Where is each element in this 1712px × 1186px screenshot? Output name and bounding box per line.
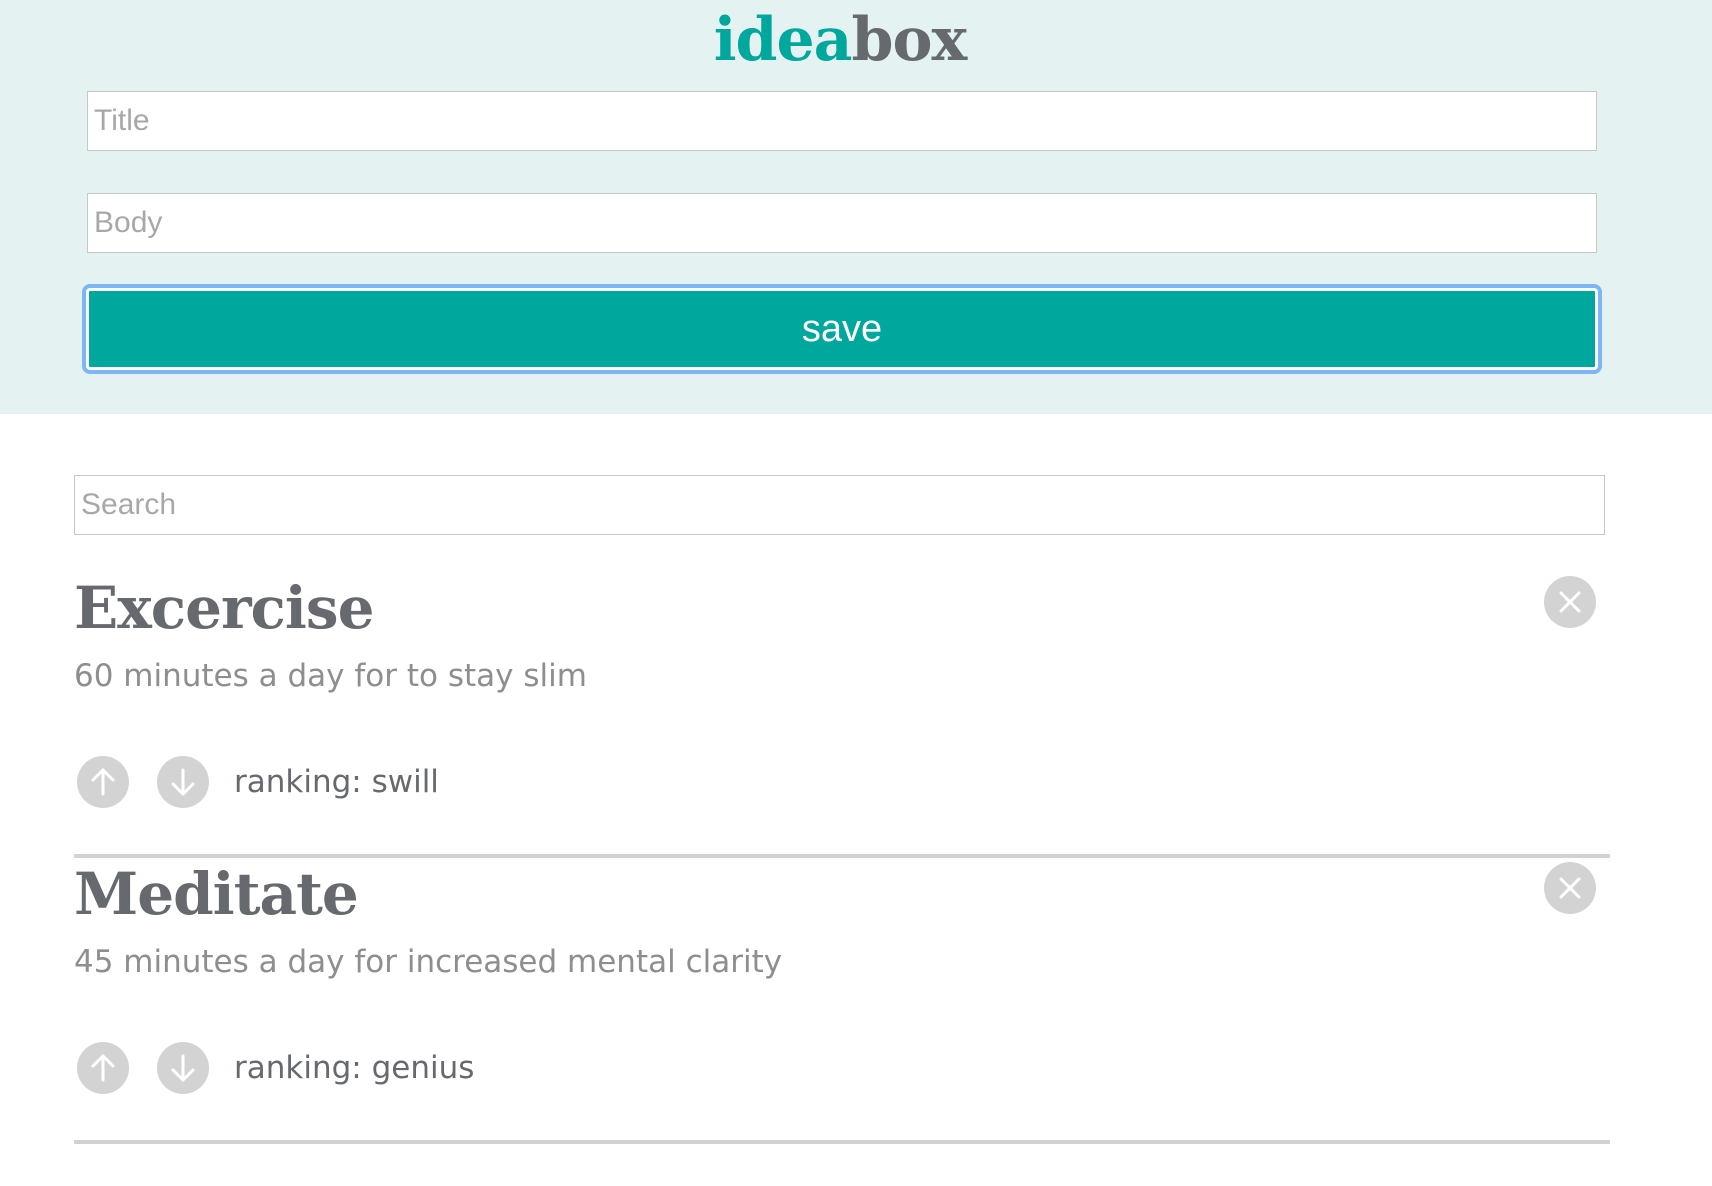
- idea-title[interactable]: Excercise: [74, 572, 374, 644]
- close-icon: [1559, 591, 1581, 613]
- upvote-button[interactable]: [77, 1042, 129, 1094]
- logo-idea: idea: [713, 5, 853, 75]
- idea-card: Meditate 45 minutes a day for increased …: [74, 858, 1610, 1144]
- arrow-down-icon: [171, 768, 195, 796]
- ranking-label: ranking: swill: [234, 764, 439, 800]
- idea-title[interactable]: Meditate: [74, 858, 359, 930]
- save-button[interactable]: save: [86, 288, 1598, 370]
- ranking-label: ranking: genius: [234, 1050, 475, 1086]
- logo-box: box: [851, 5, 968, 75]
- idea-body[interactable]: 60 minutes a day for to stay slim: [74, 656, 587, 696]
- idea-form-header: ideabox save: [0, 0, 1712, 414]
- close-icon: [1559, 877, 1581, 899]
- arrow-up-icon: [91, 768, 115, 796]
- search-input[interactable]: [74, 475, 1605, 535]
- upvote-button[interactable]: [77, 756, 129, 808]
- title-input[interactable]: [87, 91, 1597, 151]
- app-logo: ideabox: [0, 0, 1680, 80]
- delete-button[interactable]: [1544, 576, 1596, 628]
- delete-button[interactable]: [1544, 862, 1596, 914]
- body-input[interactable]: [87, 193, 1597, 253]
- downvote-button[interactable]: [157, 1042, 209, 1094]
- idea-body[interactable]: 45 minutes a day for increased mental cl…: [74, 942, 782, 982]
- downvote-button[interactable]: [157, 756, 209, 808]
- idea-card: Excercise 60 minutes a day for to stay s…: [74, 572, 1610, 858]
- arrow-down-icon: [171, 1054, 195, 1082]
- arrow-up-icon: [91, 1054, 115, 1082]
